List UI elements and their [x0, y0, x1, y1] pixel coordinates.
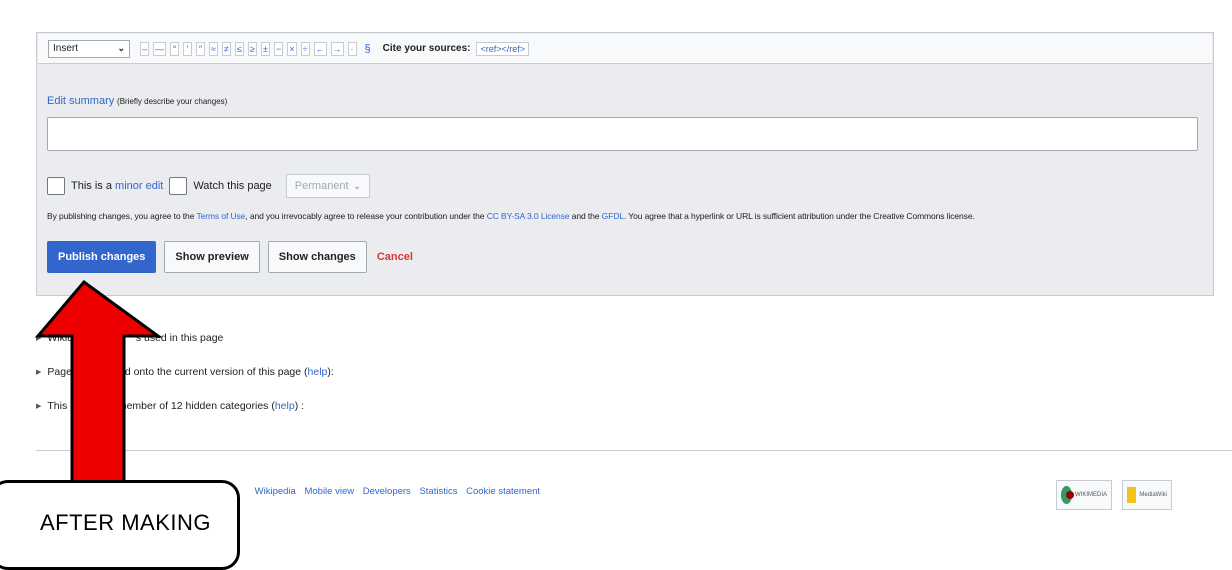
annotation-arrow — [34, 279, 163, 533]
annotation-callout-text: AFTER MAKING — [40, 510, 212, 535]
